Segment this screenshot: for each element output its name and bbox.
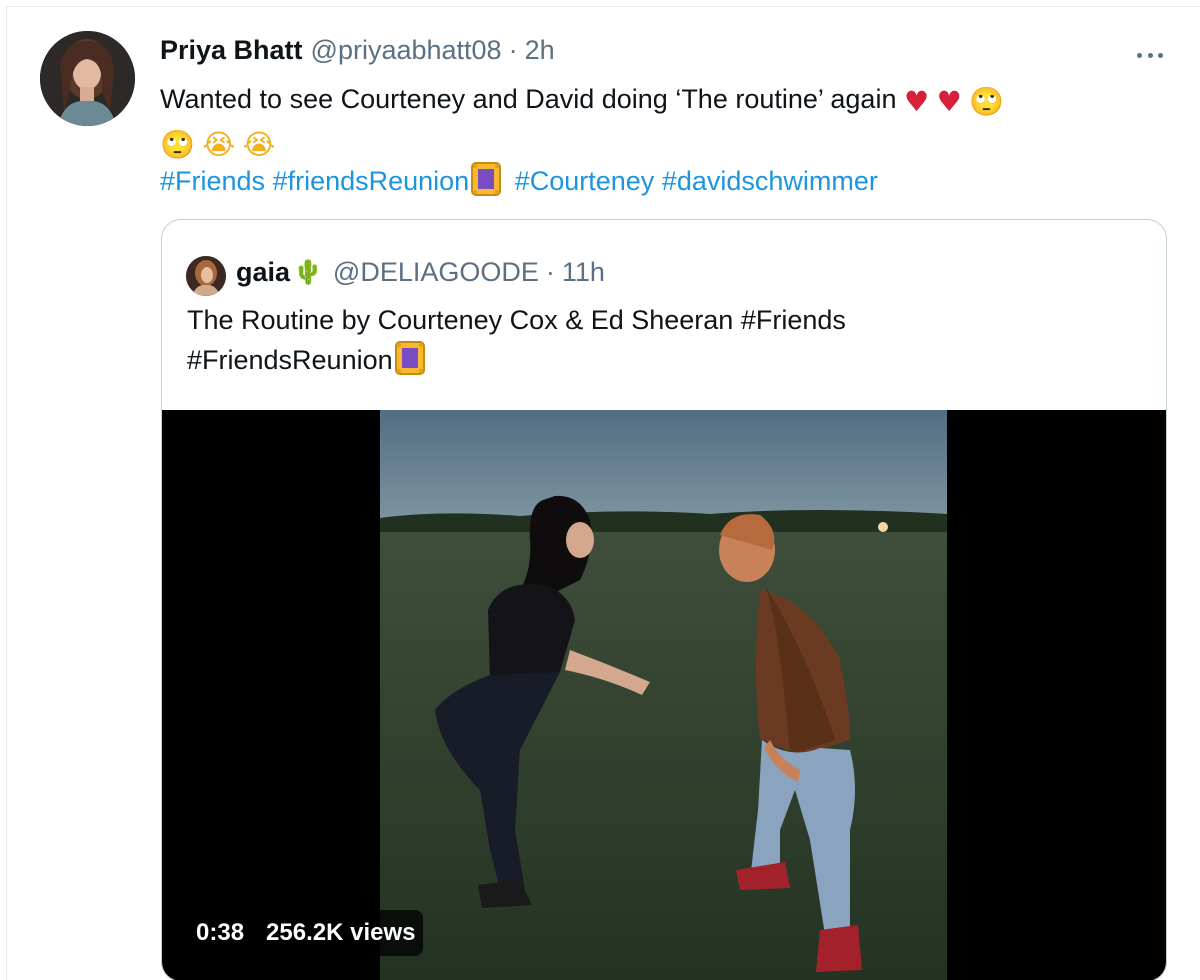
video-duration: 0:38	[196, 919, 245, 946]
tweet-timestamp[interactable]: 2h	[525, 35, 555, 66]
author-name[interactable]: Priya Bhatt	[160, 35, 303, 66]
author-avatar[interactable]	[40, 31, 135, 126]
hashtag-link[interactable]: #davidschwimmer	[662, 166, 878, 196]
video-view-count: 256.2K views	[266, 919, 416, 946]
quoted-hashtag[interactable]: #FriendsReunion	[187, 345, 393, 375]
separator-dot: ·	[508, 35, 518, 65]
hashtag-link[interactable]: #friendsReunion	[273, 166, 470, 196]
picture-frame-icon	[394, 341, 425, 375]
tweet-text-body: Wanted to see Courteney and David doing …	[160, 84, 897, 114]
heart-emoji: ♥	[903, 85, 930, 118]
tweet-text: Wanted to see Courteney and David doing …	[160, 79, 1170, 165]
more-dot	[1137, 52, 1142, 58]
quoted-text-body: The Routine by Courteney Cox & Ed Sheera…	[187, 305, 734, 335]
more-dot	[1158, 52, 1163, 58]
hashtag-link[interactable]: #Friends	[160, 166, 265, 196]
hashtag-link[interactable]: #Courteney	[515, 166, 655, 196]
video-player[interactable]: 0:38 256.2K views	[162, 410, 1166, 980]
crying-emoji: 😭	[242, 128, 276, 161]
quoted-tweet-text: The Routine by Courteney Cox & Ed Sheera…	[187, 300, 1107, 380]
video-frame	[380, 410, 947, 980]
quoted-author-name[interactable]: gaia	[236, 257, 290, 288]
quoted-hashtag[interactable]: #Friends	[741, 305, 846, 335]
author-handle[interactable]: @priyaabhatt08	[311, 35, 502, 66]
quoted-tweet[interactable]: gaia 🌵 @DELIAGOODE · 11h The Routine by …	[161, 219, 1167, 980]
quoted-tweet-header: gaia 🌵 @DELIAGOODE · 11h	[236, 254, 605, 290]
tweet-hashtags: #Friends #friendsReunion #Courteney #dav…	[160, 161, 878, 201]
cactus-emoji: 🌵	[293, 258, 323, 286]
separator-dot: ·	[545, 256, 555, 287]
crying-emoji: 😭	[202, 128, 236, 161]
author-avatar-image	[40, 31, 135, 126]
more-options-icon[interactable]	[1133, 45, 1167, 65]
more-dot	[1147, 52, 1153, 58]
quoted-author-avatar[interactable]	[186, 256, 226, 296]
tweet-card[interactable]: Priya Bhatt @priyaabhatt08 · 2h Wanted t…	[6, 6, 1200, 980]
eye-roll-emoji: 🙄	[969, 85, 1005, 118]
quoted-tweet-timestamp[interactable]: 11h	[562, 257, 605, 288]
quoted-avatar-image	[186, 256, 226, 296]
video-stats-overlay: 0:38 256.2K views	[188, 910, 424, 956]
heart-emoji: ♥	[936, 85, 962, 118]
quoted-author-handle[interactable]: @DELIAGOODE	[333, 257, 539, 288]
picture-frame-icon	[471, 162, 502, 196]
eye-roll-emoji: 🙄	[160, 128, 195, 161]
tweet-header: Priya Bhatt @priyaabhatt08 · 2h	[160, 35, 555, 71]
